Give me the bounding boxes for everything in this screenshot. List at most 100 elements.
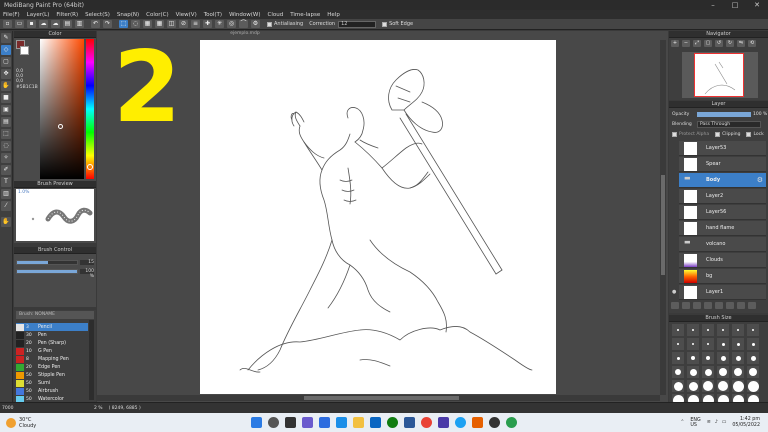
color-swatches[interactable] (16, 40, 30, 62)
hand-tool-icon[interactable]: ✋ (1, 81, 11, 91)
correction-select[interactable]: 12 (338, 20, 377, 28)
hex-value[interactable]: #5B1C1B (16, 85, 38, 90)
menu-help[interactable]: Help (327, 12, 340, 18)
brush-size-preset[interactable] (687, 324, 699, 336)
brush-size-preset[interactable] (717, 380, 729, 392)
brush-size-preset[interactable] (747, 352, 759, 364)
brave-icon[interactable] (472, 417, 484, 428)
cloud-save-icon[interactable]: ☁ (39, 20, 48, 28)
layer-row[interactable]: Layer56 (679, 205, 766, 220)
snap-cross-icon[interactable]: ✚ (203, 20, 212, 28)
medibang-icon[interactable] (506, 417, 518, 428)
brush-list-item[interactable]: 50 Airbrush (16, 387, 88, 395)
brush-size-preset[interactable] (747, 338, 759, 350)
rotate-left-icon[interactable]: ↺ (715, 40, 723, 47)
xbox-icon[interactable] (387, 417, 399, 428)
brush-list-item[interactable]: 30 Pen (16, 331, 88, 339)
menu-timelapse[interactable]: Time-lapse (290, 12, 320, 18)
maximize-button[interactable]: □ (724, 0, 746, 10)
brush-size-preset[interactable] (687, 352, 699, 364)
actual-size-icon[interactable]: ▢ (704, 40, 712, 47)
layer-row[interactable]: Clouds (679, 253, 766, 268)
menu-window[interactable]: Window(W) (229, 12, 260, 18)
windows-start-icon[interactable] (251, 417, 263, 428)
brush-list-item[interactable]: 50 Stipple Pen (16, 371, 88, 379)
menu-layer[interactable]: Layer(L) (27, 12, 50, 18)
snap-curve-icon[interactable]: ⌒ (239, 20, 248, 28)
lang-indicator[interactable]: ENG US (690, 418, 700, 428)
drawing-canvas[interactable] (200, 40, 556, 394)
brush-size-preset[interactable] (747, 366, 759, 378)
save-icon[interactable]: ▪ (27, 20, 36, 28)
layer-settings-icon[interactable]: ⚙ (757, 176, 763, 184)
lasso-tool-icon[interactable]: ◌ (1, 141, 11, 151)
hue-slider[interactable] (86, 39, 94, 179)
brush-size-preset[interactable] (672, 366, 684, 378)
layer-row[interactable]: Spear (679, 157, 766, 172)
brush-size-preset[interactable] (732, 324, 744, 336)
delete-layer-icon[interactable] (748, 302, 756, 309)
zoom-in-icon[interactable]: + (671, 40, 679, 47)
brush-size-value[interactable]: 15 (80, 260, 94, 265)
clock-date[interactable]: 05/05/2022 (732, 423, 760, 429)
hand-pan-icon[interactable]: ✋ (1, 217, 11, 227)
panel-tool-icon[interactable]: ▥ (1, 189, 11, 199)
menu-view[interactable]: View(V) (176, 12, 197, 18)
store-icon[interactable] (404, 417, 416, 428)
brush-list-item[interactable]: 20 Pen (Sharp) (16, 339, 88, 347)
menu-file[interactable]: File(F) (3, 12, 20, 18)
select-tool-icon[interactable]: ⬚ (119, 20, 128, 28)
color-picker-cursor[interactable] (58, 124, 63, 129)
clipping-checkbox[interactable] (715, 132, 721, 137)
shape-tool-icon[interactable]: ■ (1, 93, 11, 103)
symmetry-icon[interactable]: ◫ (167, 20, 176, 28)
navigator-viewport[interactable] (694, 53, 744, 97)
volume-icon[interactable]: ♪ (715, 420, 718, 425)
flip-icon[interactable]: ⇋ (737, 40, 745, 47)
brush-list-item[interactable]: 20 Edge Pen (16, 363, 88, 371)
brush-size-preset[interactable] (717, 324, 729, 336)
menu-snap[interactable]: Snap(N) (117, 12, 139, 18)
select-pen-icon[interactable]: ✐ (1, 165, 11, 175)
vertical-scroll-thumb[interactable] (661, 175, 665, 275)
grid-icon[interactable]: ▦ (143, 20, 152, 28)
brush-size-preset[interactable] (732, 338, 744, 350)
obs-icon[interactable] (489, 417, 501, 428)
brush-size-preset[interactable] (672, 338, 684, 350)
brush-size-preset[interactable] (702, 324, 714, 336)
soft-edge-checkbox[interactable] (382, 21, 388, 27)
layer-row[interactable]: ▬ volcano (679, 237, 766, 252)
grid-alt-icon[interactable]: ▦ (155, 20, 164, 28)
layer-row[interactable]: Layer2 (679, 189, 766, 204)
brush-list-scrollbar[interactable] (89, 320, 94, 400)
tray-chevron-icon[interactable]: ⌃ (680, 420, 684, 425)
brush-size-preset[interactable] (747, 380, 759, 392)
cloud-open-icon[interactable]: ☁ (51, 20, 60, 28)
brush-size-preset[interactable] (687, 366, 699, 378)
merge-layer-icon[interactable] (704, 302, 712, 309)
brush-tool-icon[interactable]: ✎ (1, 33, 11, 43)
brush-size-preset[interactable] (702, 338, 714, 350)
horizontal-scroll-thumb[interactable] (304, 396, 459, 400)
background-color-swatch[interactable] (20, 46, 29, 55)
brush-opacity-value[interactable]: 100 % (80, 269, 94, 279)
layer-row[interactable]: Layer53 (679, 141, 766, 156)
brush-size-preset[interactable] (732, 352, 744, 364)
gradient-tool-icon[interactable]: ▤ (1, 117, 11, 127)
saturation-value-picker[interactable] (40, 39, 84, 179)
menu-select[interactable]: Select(S) (85, 12, 110, 18)
chrome-icon[interactable] (421, 417, 433, 428)
brush-list-item[interactable]: 8 Mapping Pen (16, 355, 88, 363)
move-tool-icon[interactable]: ✥ (1, 69, 11, 79)
snap-settings-icon[interactable]: ⚙ (251, 20, 260, 28)
move-up-icon[interactable] (715, 302, 723, 309)
brush-size-preset[interactable] (687, 380, 699, 392)
brush-size-preset[interactable] (747, 324, 759, 336)
brush-size-preset[interactable] (672, 352, 684, 364)
text-tool-icon[interactable]: T (1, 177, 11, 187)
eyedropper-icon[interactable]: ⁄ (1, 201, 11, 211)
discord-icon[interactable] (438, 417, 450, 428)
brush-size-preset[interactable] (717, 352, 729, 364)
teams-chat-icon[interactable] (302, 417, 314, 428)
skype-icon[interactable] (455, 417, 467, 428)
